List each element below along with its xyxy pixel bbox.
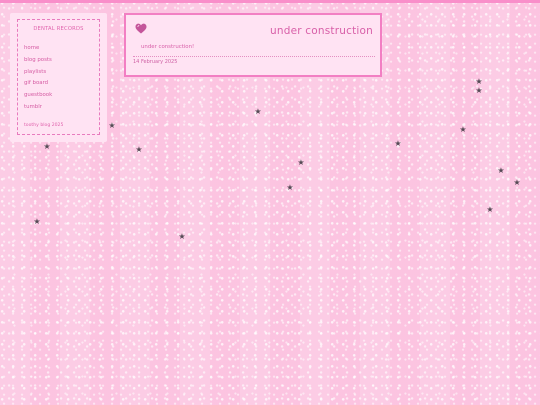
post-body: under construction! bbox=[141, 44, 195, 50]
sidebar: DENTAL RECORDS home blog posts playlists… bbox=[10, 13, 107, 142]
star-icon: ★ bbox=[43, 142, 51, 151]
nav-link-gif-board[interactable]: gif board bbox=[24, 79, 52, 91]
star-icon: ★ bbox=[178, 232, 186, 241]
nav-link-playlists[interactable]: playlists bbox=[24, 68, 52, 80]
star-icon: ★ bbox=[297, 158, 305, 167]
top-bar bbox=[0, 0, 540, 3]
star-icon: ★ bbox=[108, 121, 116, 130]
star-icon: ★ bbox=[33, 217, 41, 226]
post-title: under construction bbox=[270, 25, 373, 37]
star-icon: ★ bbox=[497, 166, 505, 175]
sidebar-frame: DENTAL RECORDS home blog posts playlists… bbox=[17, 19, 100, 135]
star-icon: ★ bbox=[135, 145, 143, 154]
sidebar-footer: toothy blog 2025 bbox=[24, 123, 64, 128]
post-date: 14 February 2025 bbox=[133, 59, 178, 65]
post-divider bbox=[133, 56, 375, 57]
nav-link-home[interactable]: home bbox=[24, 44, 52, 56]
sidebar-nav: home blog posts playlists gif board gues… bbox=[24, 44, 52, 115]
star-icon: ★ bbox=[394, 139, 402, 148]
blog-post: under construction under construction! 1… bbox=[124, 13, 382, 77]
heart-icon bbox=[135, 23, 147, 34]
nav-link-guestbook[interactable]: guestbook bbox=[24, 91, 52, 103]
nav-link-tumblr[interactable]: tumblr bbox=[24, 103, 52, 115]
star-icon: ★ bbox=[254, 107, 262, 116]
star-icon: ★ bbox=[286, 183, 294, 192]
nav-link-blog-posts[interactable]: blog posts bbox=[24, 56, 52, 68]
star-icon: ★ bbox=[475, 86, 483, 95]
sidebar-title: DENTAL RECORDS bbox=[33, 26, 84, 32]
star-icon: ★ bbox=[459, 125, 467, 134]
star-icon: ★ bbox=[475, 77, 483, 86]
star-icon: ★ bbox=[486, 205, 494, 214]
star-icon: ★ bbox=[513, 178, 521, 187]
